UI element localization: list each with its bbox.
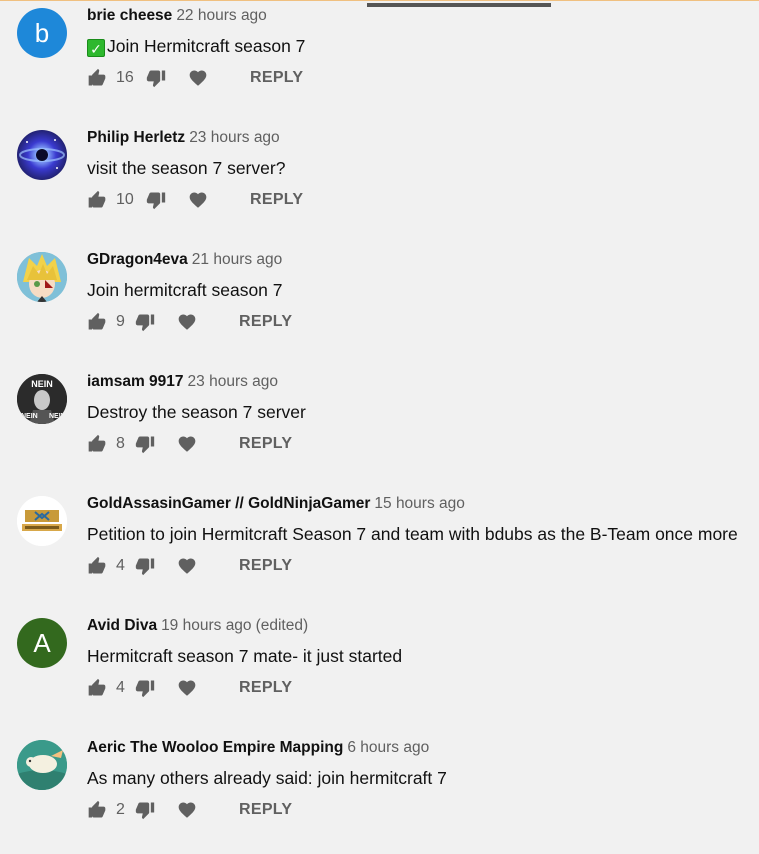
comment-header: GoldAssasinGamer // GoldNinjaGamer 15 hou… [87, 495, 465, 513]
comment-text: Join hermitcraft season 7 [87, 280, 283, 300]
reply-button[interactable]: REPLY [239, 801, 292, 819]
comment-item: NEIN NEIN NEIN iamsam 9917 23 hours ago D… [0, 366, 759, 488]
thumbs-up-icon[interactable] [87, 678, 107, 698]
avatar[interactable] [17, 252, 67, 302]
reply-button[interactable]: REPLY [239, 679, 292, 697]
author-name[interactable]: Aeric The Wooloo Empire Mapping [87, 739, 343, 756]
anime-avatar-image [17, 252, 67, 302]
nein-avatar-image: NEIN NEIN NEIN [17, 374, 67, 424]
thumbs-up-icon[interactable] [87, 800, 107, 820]
avatar-letter: b [34, 17, 50, 48]
avatar[interactable]: NEIN NEIN NEIN [17, 374, 67, 424]
comment-actions: 8 REPLY [87, 432, 292, 456]
thumbs-up-icon[interactable] [87, 68, 107, 88]
reply-button[interactable]: REPLY [250, 69, 303, 87]
author-name[interactable]: iamsam 9917 [87, 373, 184, 390]
thumbs-down-icon[interactable] [135, 434, 155, 454]
like-count: 4 [116, 679, 125, 696]
avatar[interactable]: b [17, 8, 67, 58]
thumbs-down-icon[interactable] [135, 800, 155, 820]
timestamp[interactable]: 23 hours ago [189, 129, 280, 146]
heart-icon[interactable] [188, 190, 208, 210]
avatar-letter: A [33, 627, 51, 658]
thumbs-up-icon[interactable] [87, 434, 107, 454]
author-name[interactable]: Philip Herletz [87, 129, 185, 146]
heart-icon[interactable] [177, 312, 197, 332]
heart-icon[interactable] [177, 434, 197, 454]
heart-icon[interactable] [177, 556, 197, 576]
reply-button[interactable]: REPLY [250, 191, 303, 209]
comment-header: Avid Diva 19 hours ago (edited) [87, 617, 308, 635]
comment-header: brie cheese 22 hours ago [87, 7, 267, 25]
comment-item: b brie cheese 22 hours ago ✓ Join Hermitcr… [0, 0, 759, 122]
wooloo-avatar-image [17, 740, 67, 790]
comment-header: Aeric The Wooloo Empire Mapping 6 hours a… [87, 739, 429, 757]
timestamp[interactable]: 15 hours ago [374, 495, 465, 512]
timestamp[interactable]: 19 hours ago [161, 617, 252, 634]
edited-label: (edited) [255, 617, 309, 634]
nein-text: NEIN [31, 379, 53, 389]
comment-item: A Avid Diva 19 hours ago (edited) Hermitcr… [0, 610, 759, 732]
like-count: 9 [116, 313, 125, 330]
avatar[interactable] [17, 496, 67, 546]
comment-item: Aeric The Wooloo Empire Mapping 6 hours a… [0, 732, 759, 854]
thumbs-up-icon[interactable] [87, 190, 107, 210]
avatar[interactable]: A [17, 618, 67, 668]
nein-text-right: NEIN [49, 413, 66, 420]
comment-actions: 16 REPLY [87, 66, 303, 90]
reply-button[interactable]: REPLY [239, 435, 292, 453]
author-name[interactable]: Avid Diva [87, 617, 157, 634]
reply-button[interactable]: REPLY [239, 557, 292, 575]
thumbs-up-icon[interactable] [87, 556, 107, 576]
heart-icon[interactable] [188, 68, 208, 88]
thumbs-down-icon[interactable] [146, 190, 166, 210]
thumbs-down-icon[interactable] [135, 556, 155, 576]
author-name[interactable]: brie cheese [87, 7, 172, 24]
like-count: 2 [116, 801, 125, 818]
comment-header: Philip Herletz 23 hours ago [87, 129, 280, 147]
comment-text: visit the season 7 server? [87, 158, 286, 178]
galaxy-avatar-image [19, 139, 65, 169]
check-mark-icon: ✓ [87, 39, 105, 57]
thumbs-down-icon[interactable] [135, 678, 155, 698]
comment-actions: 4 REPLY [87, 554, 292, 578]
comment-text-row: ✓ Join Hermitcraft season 7 [87, 36, 305, 57]
thumbs-down-icon[interactable] [146, 68, 166, 88]
author-name[interactable]: GoldAssasinGamer // GoldNinjaGamer [87, 495, 370, 512]
like-count: 16 [116, 69, 134, 86]
comment-header: GDragon4eva 21 hours ago [87, 251, 282, 269]
comment-actions: 10 REPLY [87, 188, 303, 212]
thumbs-down-icon[interactable] [135, 312, 155, 332]
timestamp[interactable]: 23 hours ago [188, 373, 279, 390]
comment-header: iamsam 9917 23 hours ago [87, 373, 278, 391]
comment-item: Philip Herletz 23 hours ago visit the sea… [0, 122, 759, 244]
reply-button[interactable]: REPLY [239, 313, 292, 331]
comment-item: GDragon4eva 21 hours ago Join hermitcraft… [0, 244, 759, 366]
thumbs-up-icon[interactable] [87, 312, 107, 332]
comment-item: GoldAssasinGamer // GoldNinjaGamer 15 hou… [0, 488, 759, 610]
timestamp[interactable]: 6 hours ago [347, 739, 429, 756]
avatar[interactable] [17, 130, 67, 180]
heart-icon[interactable] [177, 678, 197, 698]
comment-text: Join Hermitcraft season 7 [107, 36, 306, 56]
comment-actions: 4 REPLY [87, 676, 292, 700]
author-name[interactable]: GDragon4eva [87, 251, 188, 268]
comment-text: Destroy the season 7 server [87, 402, 306, 422]
timestamp[interactable]: 21 hours ago [192, 251, 283, 268]
heart-icon[interactable] [177, 800, 197, 820]
like-count: 4 [116, 557, 125, 574]
comment-actions: 2 REPLY [87, 798, 292, 822]
comment-actions: 9 REPLY [87, 310, 292, 334]
comment-text: Hermitcraft season 7 mate- it just start… [87, 646, 403, 666]
timestamp[interactable]: 22 hours ago [176, 7, 267, 24]
gold-logo-avatar-image [17, 496, 67, 546]
avatar[interactable] [17, 740, 67, 790]
comment-text: Petition to join Hermitcraft Season 7 an… [87, 524, 738, 544]
like-count: 10 [116, 191, 134, 208]
comment-text: As many others already said: join hermit… [87, 768, 447, 788]
nein-text-left: NEIN [21, 413, 38, 420]
like-count: 8 [116, 435, 125, 452]
